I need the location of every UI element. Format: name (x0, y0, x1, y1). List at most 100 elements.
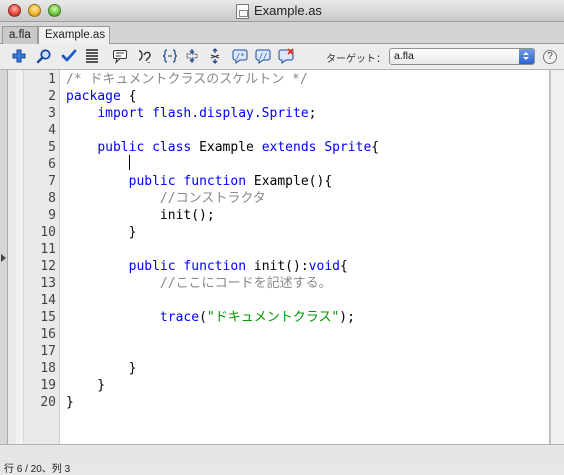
check-syntax-icon[interactable] (61, 48, 77, 65)
code-token: { (371, 140, 380, 155)
line-number: 20 (40, 395, 56, 410)
code-token: "ドキュメントクラス" (206, 310, 340, 325)
collapse-selection-icon[interactable] (184, 48, 200, 65)
line-number: 2 (48, 89, 56, 104)
line-number: 7 (48, 174, 56, 189)
vertical-scrollbar[interactable] (550, 70, 564, 444)
code-line[interactable]: init(); (66, 207, 215, 224)
code-token: /* ドキュメントクラスのスケルトン */ (66, 72, 308, 87)
line-number: 18 (40, 361, 56, 376)
code-token: { (339, 259, 348, 274)
document-icon (236, 4, 249, 19)
code-editor[interactable]: 1 2 3 4 5 6 7 8 9 10 11 12 13 14 15 16 17 18 19 20 /* ドキュメン… (8, 70, 550, 444)
code-line[interactable]: } (66, 360, 137, 377)
add-script-item-icon[interactable] (11, 48, 27, 65)
target-select-value: a.fla (394, 50, 414, 62)
code-line[interactable]: trace("ドキュメントクラス"); (66, 309, 355, 326)
close-window-button[interactable] (8, 4, 21, 17)
code-token: //コンストラクタ (159, 191, 266, 206)
code-token: } (66, 361, 137, 376)
auto-format-icon[interactable] (84, 48, 100, 65)
code-line[interactable]: //ここにコードを記述する。 (66, 275, 332, 292)
code-line[interactable]: } (66, 394, 74, 411)
line-number: 1 (48, 72, 56, 87)
script-toolbar: /* // ターゲット： a.fla ? (0, 44, 564, 70)
code-token: public (97, 140, 145, 155)
code-token: public (128, 259, 176, 274)
line-number: 5 (48, 140, 56, 155)
target-label: ターゲット： (326, 54, 386, 65)
svg-text://: // (259, 52, 267, 60)
help-icon[interactable]: ? (543, 50, 557, 64)
code-line[interactable]: /* ドキュメントクラスのスケルトン */ (66, 71, 308, 88)
line-number: 15 (40, 310, 56, 325)
apply-block-comment-icon[interactable]: /* (232, 48, 248, 65)
code-line[interactable]: package { (66, 88, 136, 105)
line-number: 6 (48, 157, 56, 172)
document-tab-bar: a.fla Example.as (0, 22, 564, 45)
code-token: package (66, 89, 121, 104)
line-number: 16 (40, 327, 56, 342)
line-number: 3 (48, 106, 56, 121)
minimize-window-button[interactable] (28, 4, 41, 17)
code-token: import (97, 106, 145, 121)
code-token: init(): (246, 259, 309, 274)
code-line[interactable]: public function Example(){ (66, 173, 333, 190)
code-token: function (183, 259, 247, 274)
line-number: 8 (48, 191, 56, 206)
window-title: Example.as (254, 3, 322, 18)
debug-options-icon[interactable] (136, 48, 152, 65)
code-line[interactable]: } (66, 224, 137, 241)
line-number: 17 (40, 344, 56, 359)
code-token: } (66, 225, 137, 240)
collapse-braces-icon[interactable] (162, 48, 178, 65)
cursor-position: 行 6 / 20、列 3 (4, 464, 71, 475)
code-token: } (66, 378, 106, 393)
select-arrows-icon (519, 49, 534, 64)
title-bar[interactable]: Example.as (0, 0, 564, 22)
code-line[interactable]: import flash.display.Sprite; (66, 105, 316, 122)
code-hint-icon[interactable] (112, 48, 128, 65)
script-window: Example.as a.fla Example.as /* // ターゲット：… (0, 0, 564, 475)
code-token: void (308, 259, 340, 274)
code-token: ; (308, 106, 317, 121)
code-line[interactable]: //コンストラクタ (66, 190, 266, 207)
panel-collapse-strip[interactable] (0, 70, 8, 444)
line-number: 10 (40, 225, 56, 240)
line-number: 4 (48, 123, 56, 138)
line-number-gutter: 1 2 3 4 5 6 7 8 9 10 11 12 13 14 15 16 17 18 19 20 (8, 70, 60, 444)
target-select[interactable]: a.fla (389, 48, 535, 65)
code-line[interactable]: public class Example extends Sprite{ (66, 139, 379, 156)
code-token: Example(){ (246, 174, 333, 189)
code-token: extends (261, 140, 317, 155)
code-token: ); (339, 310, 355, 325)
expand-all-icon[interactable] (207, 48, 223, 65)
code-token: Example (191, 140, 262, 155)
code-line[interactable]: public function init():void{ (66, 258, 348, 275)
apply-line-comment-icon[interactable]: // (255, 48, 271, 65)
line-number: 12 (40, 259, 56, 274)
collapse-arrow-icon[interactable] (1, 254, 6, 262)
line-number: 19 (40, 378, 56, 393)
code-token: function (183, 174, 247, 189)
code-token: init(); (66, 208, 215, 223)
remove-comment-icon[interactable] (278, 48, 294, 65)
tab-a-fla[interactable]: a.fla (2, 26, 38, 44)
line-number: 13 (40, 276, 56, 291)
text-caret (129, 155, 130, 170)
code-token: Sprite (324, 140, 372, 155)
svg-text:/*: /* (236, 52, 244, 60)
find-icon[interactable] (36, 48, 52, 65)
code-line[interactable]: } (66, 377, 105, 394)
zoom-window-button[interactable] (48, 4, 61, 17)
line-number: 14 (40, 293, 56, 308)
tab-example-as[interactable]: Example.as (38, 26, 110, 45)
